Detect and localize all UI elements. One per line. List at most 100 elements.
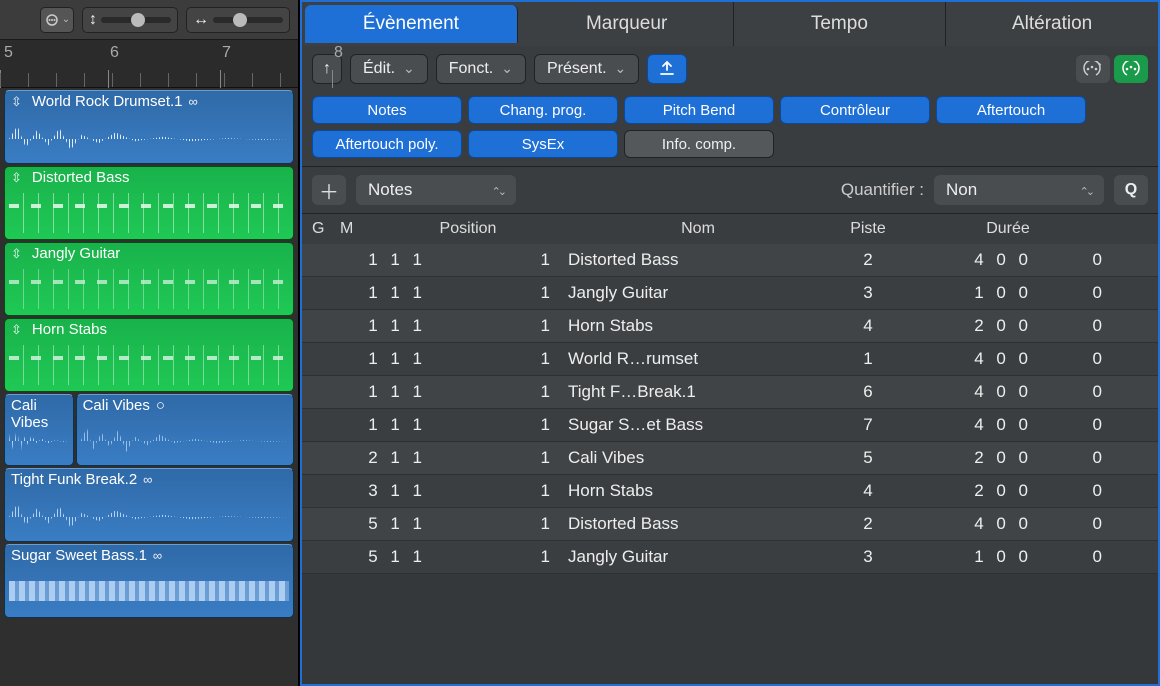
- filter-label: Pitch Bend: [663, 102, 736, 119]
- catch-playhead-button[interactable]: [647, 54, 687, 84]
- cell-name: Sugar S…et Bass: [568, 415, 828, 435]
- view-menu[interactable]: Présent.: [534, 54, 639, 84]
- filter-pitch-bend[interactable]: Pitch Bend: [624, 96, 774, 124]
- edit-menu[interactable]: Édit.: [350, 54, 428, 84]
- cell-subposition: 1: [432, 481, 568, 501]
- table-row[interactable]: 1 1 11Sugar S…et Bass74 0 00: [302, 409, 1158, 442]
- cell-duration: 4 0 0: [908, 250, 1038, 270]
- chevron-down-icon: [403, 60, 415, 78]
- region-tight-funk-break[interactable]: Tight Funk Break.2: [4, 468, 294, 542]
- cell-name: Tight F…Break.1: [568, 382, 828, 402]
- table-row[interactable]: 1 1 11Distorted Bass24 0 00: [302, 244, 1158, 277]
- cell-duration-frac: 0: [1038, 283, 1108, 303]
- cell-piste: 5: [828, 448, 908, 468]
- filter-sysex[interactable]: SysEx: [468, 130, 618, 158]
- editor-tabs: Évènement Marqueur Tempo Altération: [302, 2, 1158, 46]
- table-row[interactable]: 1 1 11Horn Stabs42 0 00: [302, 310, 1158, 343]
- select-value: Non: [946, 180, 977, 200]
- view-menu-button[interactable]: ⌄: [40, 7, 74, 33]
- col-m[interactable]: M: [340, 220, 368, 238]
- tab-event[interactable]: Évènement: [305, 5, 518, 43]
- tab-marker[interactable]: Marqueur: [521, 2, 734, 46]
- filter-label: Chang. prog.: [500, 102, 587, 119]
- table-row[interactable]: 1 1 11Tight F…Break.164 0 00: [302, 376, 1158, 409]
- updown-chevron-icon: [492, 180, 504, 200]
- region-sugar-sweet-bass[interactable]: Sugar Sweet Bass.1: [4, 544, 294, 618]
- filter-notes[interactable]: Notes: [312, 96, 462, 124]
- horizontal-zoom-icon: ↔: [193, 11, 209, 29]
- cell-subposition: 1: [432, 547, 568, 567]
- tab-label: Marqueur: [586, 13, 667, 35]
- table-row[interactable]: 1 1 11Jangly Guitar31 0 00: [302, 277, 1158, 310]
- col-duree[interactable]: Durée: [908, 220, 1108, 238]
- table-row[interactable]: 5 1 11Jangly Guitar31 0 00: [302, 541, 1158, 574]
- table-row[interactable]: 1 1 11World R…rumset14 0 00: [302, 343, 1158, 376]
- region-label: Horn Stabs: [32, 321, 107, 338]
- filter-info[interactable]: Info. comp.: [624, 130, 774, 158]
- menu-label: Présent.: [547, 60, 607, 78]
- region-world-rock-drumset[interactable]: World Rock Drumset.1: [4, 90, 294, 164]
- quantize-select[interactable]: Non: [934, 175, 1104, 205]
- cell-duration: 2 0 0: [908, 448, 1038, 468]
- cell-duration-frac: 0: [1038, 481, 1108, 501]
- region-jangly-guitar[interactable]: Jangly Guitar: [4, 242, 294, 316]
- cell-position: 1 1 1: [368, 382, 432, 402]
- horizontal-zoom-slider[interactable]: ↔: [186, 7, 290, 33]
- functions-menu[interactable]: Fonct.: [436, 54, 526, 84]
- event-rows[interactable]: 1 1 11Distorted Bass24 0 001 1 11Jangly …: [302, 244, 1158, 684]
- select-value: Notes: [368, 180, 412, 200]
- updown-icon: [11, 93, 26, 110]
- cell-name: Horn Stabs: [568, 316, 828, 336]
- cell-piste: 7: [828, 415, 908, 435]
- cell-duration-frac: 0: [1038, 514, 1108, 534]
- palette-icon: [1121, 61, 1141, 77]
- event-type-select[interactable]: Notes: [356, 175, 516, 205]
- cell-name: World R…rumset: [568, 349, 828, 369]
- cell-duration: 4 0 0: [908, 415, 1038, 435]
- cell-name: Distorted Bass: [568, 514, 828, 534]
- col-g[interactable]: G: [312, 220, 340, 238]
- region-distorted-bass[interactable]: Distorted Bass: [4, 166, 294, 240]
- filter-aftertouch[interactable]: Aftertouch: [936, 96, 1086, 124]
- col-piste[interactable]: Piste: [828, 220, 908, 238]
- ruler-mark: 7: [222, 44, 231, 62]
- cell-duration: 2 0 0: [908, 481, 1038, 501]
- quantize-button[interactable]: Q: [1114, 175, 1148, 205]
- vertical-zoom-slider[interactable]: ↕: [82, 7, 178, 33]
- table-row[interactable]: 3 1 11Horn Stabs42 0 00: [302, 475, 1158, 508]
- cell-duration-frac: 0: [1038, 316, 1108, 336]
- cell-duration-frac: 0: [1038, 415, 1108, 435]
- cell-duration-frac: 0: [1038, 349, 1108, 369]
- timeline-ruler[interactable]: 5 6 7 8: [0, 40, 298, 88]
- filter-controller[interactable]: Contrôleur: [780, 96, 930, 124]
- tracks-area[interactable]: World Rock Drumset.1 Distorted Bass Jang…: [0, 88, 298, 686]
- col-position[interactable]: Position: [368, 220, 568, 238]
- region-label: Distorted Bass: [32, 169, 130, 186]
- cell-name: Distorted Bass: [568, 250, 828, 270]
- col-nom[interactable]: Nom: [568, 220, 828, 238]
- cell-piste: 3: [828, 547, 908, 567]
- cell-name: Cali Vibes: [568, 448, 828, 468]
- region-label: Sugar Sweet Bass.1: [11, 547, 147, 564]
- palette-track-color[interactable]: [1114, 55, 1148, 83]
- filter-poly-aftertouch[interactable]: Aftertouch poly.: [312, 130, 462, 158]
- cell-duration-frac: 0: [1038, 448, 1108, 468]
- event-list-pane: Évènement Marqueur Tempo Altération ↑ Éd…: [300, 0, 1160, 686]
- cell-name: Jangly Guitar: [568, 547, 828, 567]
- region-cali-vibes-a[interactable]: Cali Vibes: [4, 394, 74, 466]
- add-event-button[interactable]: ＋: [312, 175, 346, 205]
- filter-prog-change[interactable]: Chang. prog.: [468, 96, 618, 124]
- table-row[interactable]: 5 1 11Distorted Bass24 0 00: [302, 508, 1158, 541]
- region-horn-stabs[interactable]: Horn Stabs: [4, 318, 294, 392]
- cell-position: 1 1 1: [368, 283, 432, 303]
- loop-icon: [153, 547, 162, 564]
- region-cali-vibes-b[interactable]: Cali Vibes ○: [76, 394, 294, 466]
- cell-name: Horn Stabs: [568, 481, 828, 501]
- cell-subposition: 1: [432, 448, 568, 468]
- menu-label: Fonct.: [449, 60, 493, 78]
- palette-region-color[interactable]: ›: [1076, 55, 1110, 83]
- tab-alteration[interactable]: Altération: [946, 2, 1158, 46]
- event-controls: ＋ Notes Quantifier : Non Q: [302, 166, 1158, 214]
- table-row[interactable]: 2 1 11Cali Vibes52 0 00: [302, 442, 1158, 475]
- tab-tempo[interactable]: Tempo: [734, 2, 947, 46]
